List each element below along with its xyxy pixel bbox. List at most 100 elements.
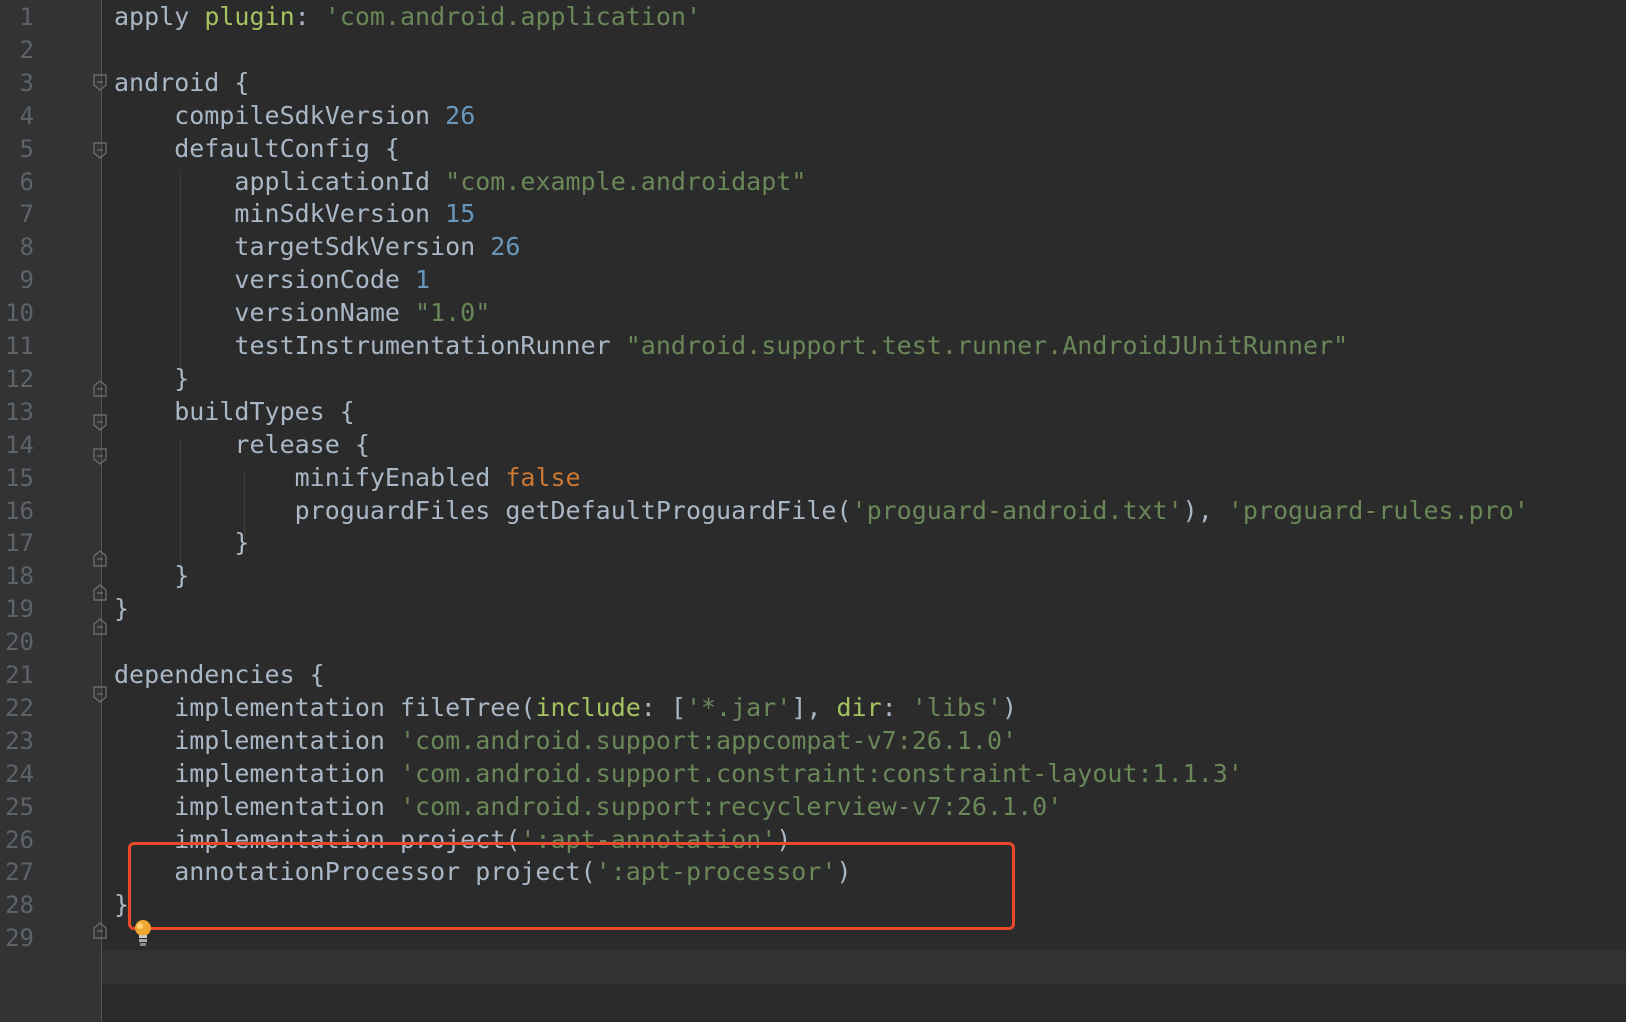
code-text[interactable]: implementation 'com.android.support:recy… [114, 790, 1062, 824]
line-number: 1 [19, 3, 34, 31]
code-token: : [ [640, 692, 686, 722]
code-text[interactable]: testInstrumentationRunner "android.suppo… [114, 329, 1348, 363]
code-text[interactable]: defaultConfig { [114, 132, 400, 166]
code-text[interactable]: } [114, 559, 189, 593]
code-line[interactable]: 15 minifyEnabled false [0, 461, 1626, 495]
fold-open-icon[interactable] [93, 414, 107, 431]
code-token: : [294, 2, 325, 31]
code-line[interactable]: 18 } [0, 559, 1626, 593]
line-number: 5 [19, 134, 34, 163]
code-token: : [881, 692, 912, 722]
fold-close-icon[interactable] [93, 380, 107, 397]
line-number: 29 [5, 924, 34, 953]
code-token: minifyEnabled [114, 462, 506, 492]
code-line[interactable]: 4 compileSdkVersion 26 [0, 99, 1626, 133]
code-token: 26 [490, 232, 521, 262]
code-text[interactable]: implementation 'com.android.support:appc… [114, 724, 1017, 758]
line-number: 28 [5, 891, 34, 920]
lightbulb-intention-icon[interactable] [132, 918, 154, 948]
code-line[interactable]: 20 [0, 625, 1626, 659]
code-text[interactable]: versionCode 1 [114, 263, 430, 297]
line-number: 4 [19, 101, 34, 130]
code-token: defaultConfig { [114, 133, 400, 163]
line-number: 9 [19, 266, 34, 295]
code-token: applicationId [114, 166, 446, 196]
line-number: 20 [5, 628, 34, 657]
code-line[interactable]: 24 implementation 'com.android.support.c… [0, 757, 1626, 791]
code-text[interactable]: dependencies { [114, 658, 325, 692]
code-token: false [505, 462, 581, 492]
code-token: dependencies { [114, 660, 325, 689]
fold-open-icon[interactable] [93, 686, 107, 703]
code-line[interactable]: 25 implementation 'com.android.support:r… [0, 790, 1626, 824]
code-text[interactable]: } [114, 362, 189, 396]
line-number: 10 [5, 299, 34, 328]
code-text[interactable]: applicationId "com.example.androidapt" [114, 165, 806, 199]
code-token: dir [836, 692, 882, 722]
code-line[interactable]: 7 minSdkVersion 15 [0, 197, 1626, 231]
code-line[interactable]: 9 versionCode 1 [0, 263, 1626, 297]
code-line[interactable]: 8 targetSdkVersion 26 [0, 230, 1626, 264]
code-editor[interactable]: 1 apply plugin: 'com.android.application'… [0, 0, 1626, 1022]
code-token: implementation [114, 725, 400, 755]
code-token: implementation fileTree( [114, 692, 536, 722]
code-line[interactable]: 10 versionName "1.0" [0, 296, 1626, 330]
code-token: "android.support.test.runner.AndroidJUni… [625, 331, 1349, 360]
code-token: 15 [445, 199, 476, 229]
code-text[interactable]: buildTypes { [114, 395, 355, 429]
code-line[interactable]: 11 testInstrumentationRunner "android.su… [0, 329, 1626, 363]
code-text[interactable]: implementation 'com.android.support.cons… [114, 757, 1243, 791]
code-text[interactable]: } [114, 592, 129, 626]
code-text[interactable]: release { [114, 428, 370, 462]
code-line[interactable]: 5 defaultConfig { [0, 132, 1626, 166]
code-text[interactable]: minifyEnabled false [114, 461, 581, 495]
code-line[interactable]: 2 [0, 33, 1626, 67]
code-line[interactable]: 1 apply plugin: 'com.android.application' [0, 0, 1626, 34]
code-text[interactable]: compileSdkVersion 26 [114, 99, 475, 133]
code-token: } [114, 890, 130, 920]
line-number: 19 [5, 595, 34, 624]
line-number: 7 [19, 200, 34, 229]
code-text[interactable]: } [114, 526, 249, 560]
code-line[interactable]: 13 buildTypes { [0, 395, 1626, 429]
code-text[interactable]: targetSdkVersion 26 [114, 230, 520, 264]
code-text[interactable]: proguardFiles getDefaultProguardFile('pr… [114, 494, 1529, 528]
code-text[interactable]: android { [114, 66, 249, 100]
code-token: 'proguard-rules.pro' [1227, 495, 1529, 525]
code-text[interactable]: } [114, 888, 129, 922]
fold-close-icon[interactable] [93, 584, 107, 601]
fold-open-icon[interactable] [93, 142, 107, 159]
code-token: 'com.android.support:appcompat-v7:26.1.0… [399, 725, 1018, 755]
code-token: 'proguard-android.txt' [851, 495, 1183, 525]
code-token: implementation [114, 791, 400, 821]
fold-open-icon[interactable] [93, 74, 107, 91]
line-number: 24 [5, 759, 34, 788]
code-text[interactable]: apply plugin: 'com.android.application' [114, 0, 701, 34]
code-line[interactable]: 17 } [0, 526, 1626, 560]
code-line[interactable]: 23 implementation 'com.android.support:a… [0, 724, 1626, 758]
code-line[interactable]: 3 android { [0, 66, 1626, 100]
code-text[interactable]: minSdkVersion 15 [114, 197, 475, 231]
code-line[interactable]: 16 proguardFiles getDefaultProguardFile(… [0, 494, 1626, 528]
fold-close-icon[interactable] [93, 550, 107, 567]
code-token: ), [1182, 495, 1228, 525]
code-token: implementation [114, 758, 400, 788]
code-line[interactable]: 14 release { [0, 428, 1626, 462]
code-token: ) [1002, 692, 1018, 722]
line-number: 2 [19, 35, 34, 64]
code-line[interactable]: 6 applicationId "com.example.androidapt" [0, 165, 1626, 199]
fold-close-icon[interactable] [93, 618, 107, 635]
code-token: release { [114, 429, 370, 459]
line-number: 8 [19, 233, 34, 262]
code-line[interactable]: 21 dependencies { [0, 658, 1626, 692]
code-token: 'com.android.application' [324, 2, 702, 31]
code-line[interactable]: 12 } [0, 362, 1626, 396]
code-token: '*.jar' [685, 692, 792, 722]
code-text[interactable]: versionName "1.0" [114, 296, 490, 330]
fold-close-icon[interactable] [93, 922, 107, 939]
code-text[interactable]: implementation fileTree(include: ['*.jar… [114, 691, 1017, 725]
fold-open-icon[interactable] [93, 448, 107, 465]
code-line[interactable]: 22 implementation fileTree(include: ['*.… [0, 691, 1626, 725]
annotation-highlight-box [128, 842, 1015, 930]
code-line[interactable]: 19} [0, 592, 1626, 626]
